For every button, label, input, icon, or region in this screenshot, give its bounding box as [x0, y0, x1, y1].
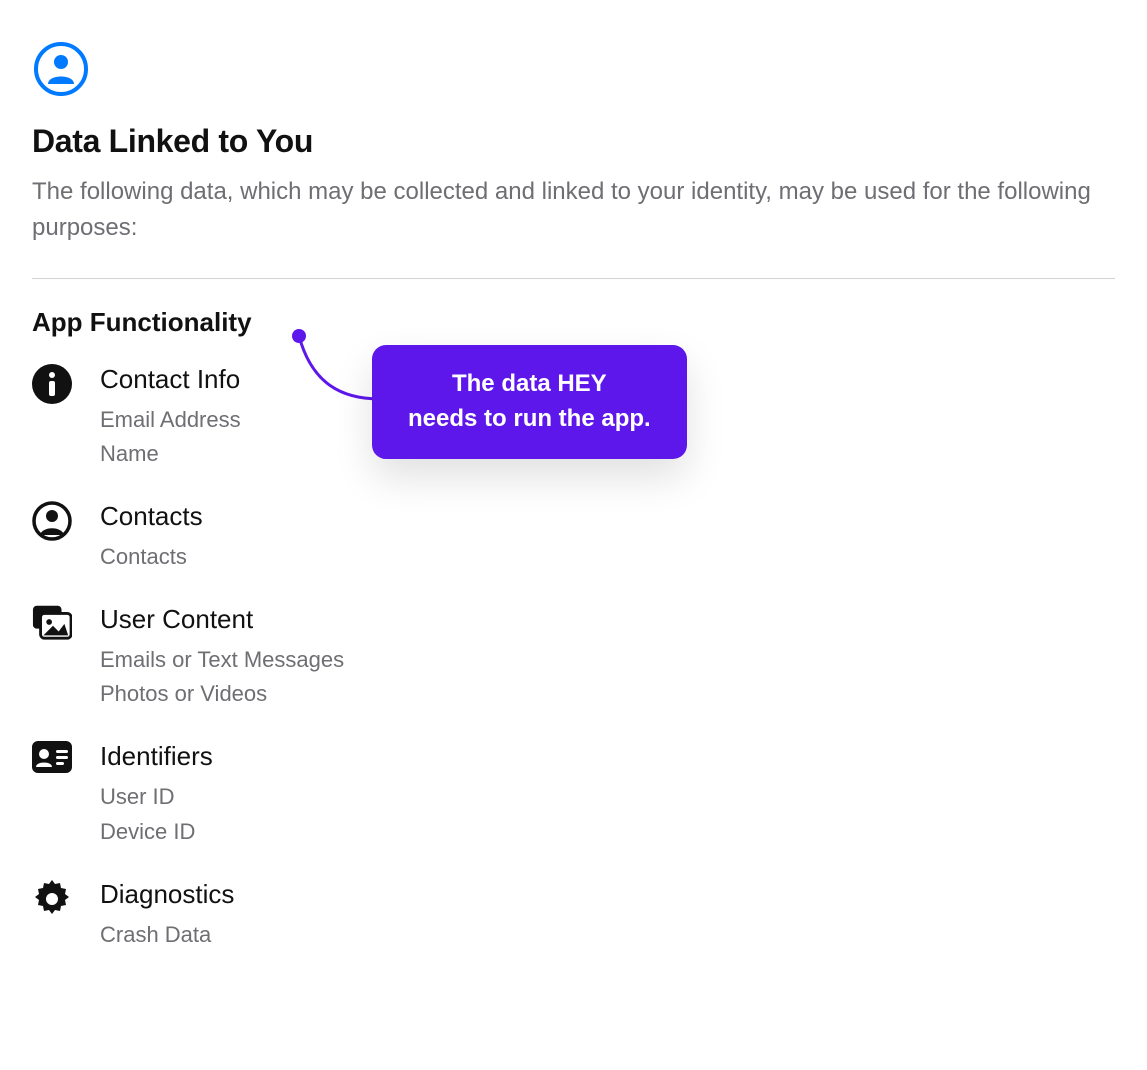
data-item-title: User Content: [100, 604, 1115, 635]
data-item-sub: Device ID: [100, 815, 1115, 849]
data-item-title: Contacts: [100, 501, 1115, 532]
data-item-sub: Name: [100, 437, 1115, 471]
page-title: Data Linked to You: [32, 123, 1115, 160]
data-item-title: Identifiers: [100, 741, 1115, 772]
page-description: The following data, which may be collect…: [32, 174, 1115, 246]
data-item-sub: User ID: [100, 780, 1115, 814]
photos-icon: [32, 604, 72, 640]
divider: [32, 278, 1115, 279]
privacy-panel: Data Linked to You The following data, w…: [0, 0, 1147, 984]
contacts-icon: [32, 501, 72, 541]
data-item-sub: Email Address: [100, 403, 1115, 437]
data-item-title: Contact Info: [100, 364, 1115, 395]
data-type-list: Contact Info Email Address Name Contacts…: [32, 364, 1115, 952]
data-item-user-content: User Content Emails or Text Messages Pho…: [32, 604, 1115, 711]
data-item-identifiers: Identifiers User ID Device ID: [32, 741, 1115, 848]
data-item-contact-info: Contact Info Email Address Name: [32, 364, 1115, 471]
data-item-sub: Contacts: [100, 540, 1115, 574]
info-icon: [32, 364, 72, 404]
person-circle-icon: [32, 40, 1115, 103]
id-card-icon: [32, 741, 72, 773]
gear-icon: [32, 879, 72, 919]
data-item-sub: Emails or Text Messages: [100, 643, 1115, 677]
data-item-title: Diagnostics: [100, 879, 1115, 910]
data-item-diagnostics: Diagnostics Crash Data: [32, 879, 1115, 952]
data-item-sub: Photos or Videos: [100, 677, 1115, 711]
section-title: App Functionality: [32, 307, 1115, 338]
data-item-sub: Crash Data: [100, 918, 1115, 952]
data-item-contacts: Contacts Contacts: [32, 501, 1115, 574]
